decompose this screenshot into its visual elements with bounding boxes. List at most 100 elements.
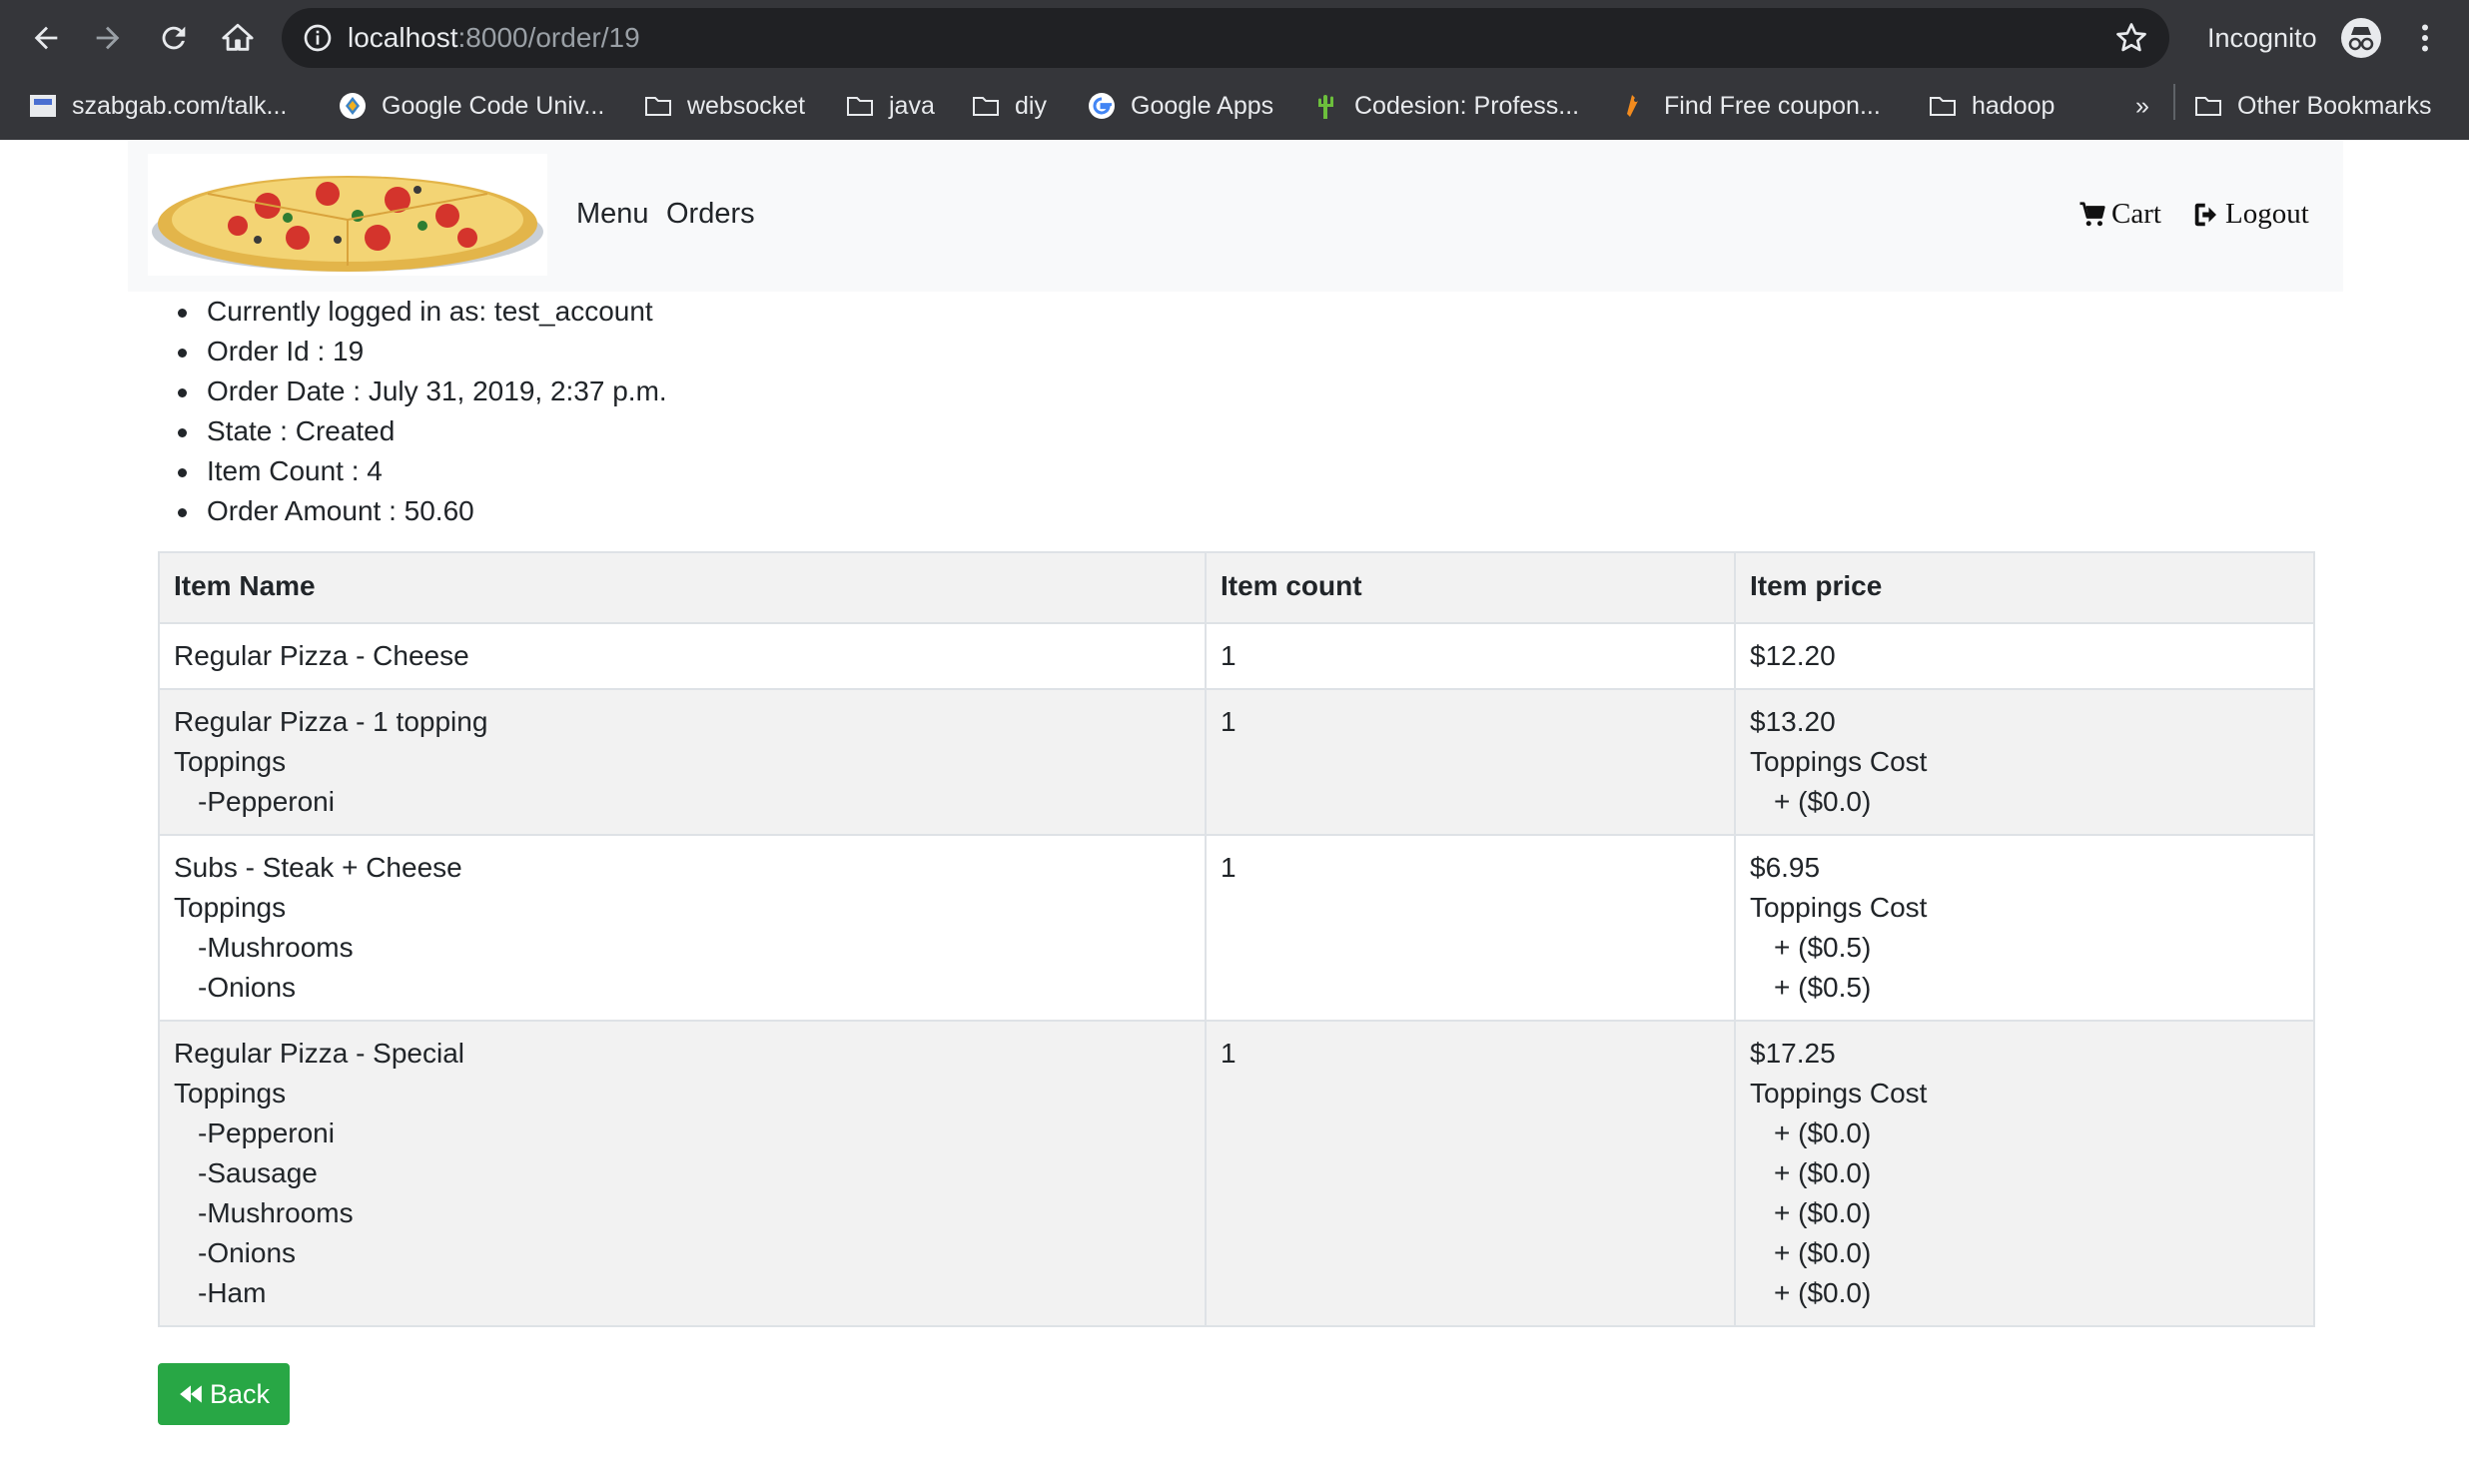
toppings-cost-label: Toppings Cost: [1750, 746, 1928, 777]
home-icon[interactable]: [218, 18, 258, 58]
bookmark-star-icon[interactable]: [2113, 20, 2149, 56]
nav-orders-link[interactable]: Orders: [666, 198, 755, 231]
overflow-chevron-icon: »: [2135, 91, 2149, 120]
reload-icon[interactable]: [154, 18, 194, 58]
topping-cost: + ($0.5): [1774, 932, 1872, 963]
browser-chrome: localhost:8000/order/19 Incognito szabga…: [0, 0, 2469, 140]
logout-icon: [2194, 203, 2216, 226]
folder-icon: [2193, 91, 2223, 121]
site-favicon: [28, 91, 58, 121]
item-name: Regular Pizza - Special: [174, 1038, 465, 1069]
header-item-count: Item count: [1205, 551, 1736, 624]
bookmark-item[interactable]: Codesion: Profess...: [1310, 86, 1579, 126]
folder-icon: [971, 91, 1001, 121]
logged-in-user: Currently logged in as: test_account: [178, 292, 667, 332]
toppings-label: Toppings: [174, 1078, 287, 1109]
topping-item: -Pepperoni: [198, 786, 335, 817]
url-host: localhost: [348, 22, 458, 53]
item-name: Subs - Steak + Cheese: [174, 852, 462, 883]
item-name: Regular Pizza - Cheese: [174, 640, 469, 671]
bookmark-item[interactable]: Google Code Univ...: [338, 86, 604, 126]
item-name-cell: Subs - Steak + Cheese Toppings -Mushrooms -…: [158, 834, 1207, 1022]
table-body: Regular Pizza - Cheese 1 $12.20 Regular Piz…: [158, 622, 2315, 1327]
cactus-favicon: [1310, 91, 1340, 121]
topping-cost: + ($0.0): [1774, 786, 1872, 817]
logout-label: Logout: [2225, 198, 2309, 230]
other-bookmarks-item[interactable]: Other Bookmarks: [2193, 86, 2432, 126]
bookmark-label: diy: [1015, 91, 1047, 120]
item-count: Item Count : 4: [178, 451, 667, 491]
url-text[interactable]: localhost:8000/order/19: [348, 20, 640, 56]
folder-icon: [1928, 91, 1958, 121]
topping-item: -Mushrooms: [198, 1197, 354, 1228]
item-price-cell: $17.25 Toppings Cost + ($0.0) + ($0.0) + ($0…: [1734, 1020, 2315, 1327]
topping-item: -Mushrooms: [198, 932, 354, 963]
bookmark-item[interactable]: diy: [971, 86, 1047, 126]
bookmarks-separator: [2173, 84, 2175, 120]
topping-cost: + ($0.0): [1774, 1237, 1872, 1268]
toppings-cost-label: Toppings Cost: [1750, 1078, 1928, 1109]
bookmark-label: Other Bookmarks: [2237, 91, 2432, 120]
item-name: Regular Pizza - 1 topping: [174, 706, 488, 737]
item-count-cell: 1: [1205, 688, 1736, 836]
item-count-cell: 1: [1205, 1020, 1736, 1327]
item-price: $12.20: [1750, 640, 1836, 671]
nav-logout-link[interactable]: Logout: [2191, 198, 2309, 231]
bookmark-item[interactable]: websocket: [643, 86, 805, 126]
item-price-cell: $6.95 Toppings Cost + ($0.5) + ($0.5): [1734, 834, 2315, 1022]
site-info-icon[interactable]: [302, 22, 334, 54]
item-name-cell: Regular Pizza - Cheese: [158, 622, 1207, 690]
url-path: :8000/order/19: [457, 22, 640, 53]
bookmark-item[interactable]: Find Free coupon...: [1620, 86, 1881, 126]
order-items-table: Item Name Item count Item price Regular …: [158, 551, 2315, 1327]
back-button[interactable]: Back: [158, 1363, 290, 1425]
browser-menu-icon[interactable]: [2407, 18, 2443, 58]
bookmark-label: Google Apps: [1131, 91, 1274, 120]
address-bar[interactable]: localhost:8000/order/19: [282, 8, 2169, 68]
order-info-list: Currently logged in as: test_account Ord…: [178, 292, 667, 531]
topping-cost: + ($0.5): [1774, 972, 1872, 1003]
back-arrow-icon[interactable]: [26, 18, 66, 58]
topping-item: -Sausage: [198, 1157, 318, 1188]
bookmark-item[interactable]: Google Apps: [1087, 86, 1273, 126]
order-id: Order Id : 19: [178, 332, 667, 371]
pizza-logo[interactable]: [148, 154, 547, 276]
bookmarks-overflow-button[interactable]: »: [2135, 86, 2149, 126]
table-row: Regular Pizza - Cheese 1 $12.20: [158, 622, 2315, 690]
cart-label: Cart: [2111, 198, 2161, 230]
topping-cost: + ($0.0): [1774, 1157, 1872, 1188]
page-content: Menu Orders Cart Logout Currently logged…: [0, 140, 2469, 1484]
bookmark-label: Google Code Univ...: [382, 91, 605, 120]
topping-item: -Onions: [198, 1237, 297, 1268]
topping-item: -Pepperoni: [198, 1117, 335, 1148]
item-price-cell: $12.20: [1734, 622, 2315, 690]
site-navbar: Menu Orders Cart Logout: [128, 140, 2343, 292]
bookmark-item[interactable]: java: [845, 86, 935, 126]
nav-menu-link[interactable]: Menu: [576, 198, 649, 231]
bookmark-label: hadoop: [1972, 91, 2056, 120]
bookmark-label: szabgab.com/talk...: [72, 91, 288, 120]
incognito-icon[interactable]: [2341, 18, 2381, 58]
topping-item: -Onions: [198, 972, 297, 1003]
nav-cart-link[interactable]: Cart: [2077, 198, 2161, 231]
topping-cost: + ($0.0): [1774, 1197, 1872, 1228]
cart-icon: [2079, 201, 2105, 226]
bookmark-label: Codesion: Profess...: [1354, 91, 1580, 120]
forward-arrow-icon[interactable]: [88, 18, 128, 58]
folder-icon: [643, 91, 673, 121]
bookmark-item[interactable]: hadoop: [1928, 86, 2055, 126]
google-favicon: [1087, 91, 1117, 121]
toppings-label: Toppings: [174, 746, 287, 777]
item-price: $6.95: [1750, 852, 1821, 883]
header-item-price: Item price: [1734, 551, 2315, 624]
back-button-label: Back: [209, 1378, 271, 1409]
topping-cost: + ($0.0): [1774, 1117, 1872, 1148]
topping-item: -Ham: [198, 1277, 267, 1308]
toppings-label: Toppings: [174, 892, 287, 923]
item-name-cell: Regular Pizza - 1 topping Toppings -Pepper…: [158, 688, 1207, 836]
folder-icon: [845, 91, 875, 121]
item-count-cell: 1: [1205, 622, 1736, 690]
google-code-favicon: [338, 91, 368, 121]
bookmark-label: java: [889, 91, 935, 120]
bookmark-item[interactable]: szabgab.com/talk...: [28, 86, 287, 126]
